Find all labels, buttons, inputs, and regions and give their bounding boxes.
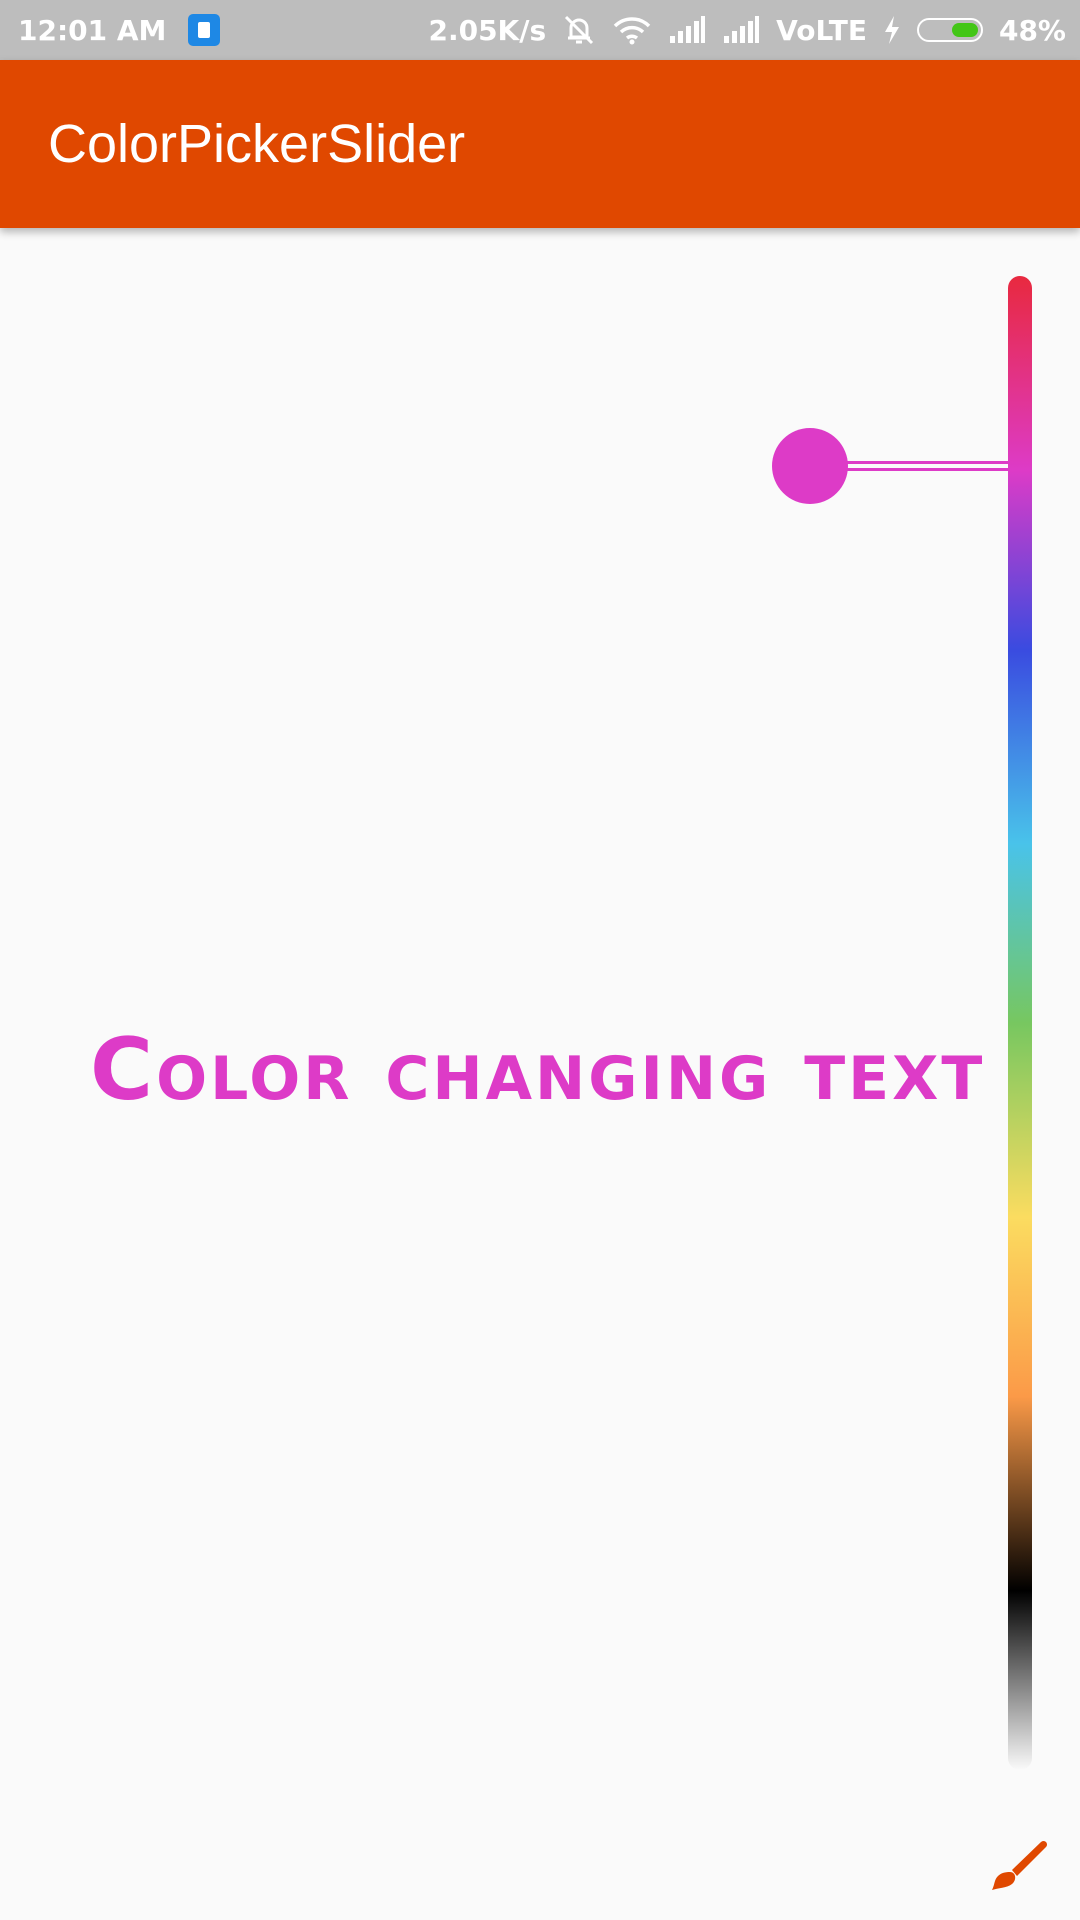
battery-percent: 48% [998,13,1066,47]
wifi-icon [612,15,652,45]
network-speed: 2.05K/s [428,13,547,47]
status-left: 12:01 AM [18,0,221,60]
screen: 12:01 AM 2.05K/s VoLTE 48% ColorPickerSl… [0,0,1080,1920]
battery-level [951,23,978,37]
app-notification-icon [188,14,221,46]
charging-icon [883,15,901,45]
status-right: 2.05K/s VoLTE 48% [428,0,1066,60]
app-bar: ColorPickerSlider [0,60,1080,228]
signal-icon [722,16,760,44]
brush-button[interactable] [986,1836,1050,1900]
app-title: ColorPickerSlider [48,114,466,174]
signal-icon [668,16,706,44]
slider-thumb[interactable] [772,428,848,504]
battery-icon [916,18,983,42]
status-bar: 12:01 AM 2.05K/s VoLTE 48% [0,0,1080,60]
alarm-off-icon [562,13,596,47]
color-changing-text: Color changing text [90,1020,986,1120]
network-type: VoLTE [776,13,867,47]
slider-connector [846,461,1010,471]
brush-icon [992,1840,1048,1890]
color-slider-track[interactable] [1008,276,1032,1770]
status-time: 12:01 AM [18,13,167,47]
